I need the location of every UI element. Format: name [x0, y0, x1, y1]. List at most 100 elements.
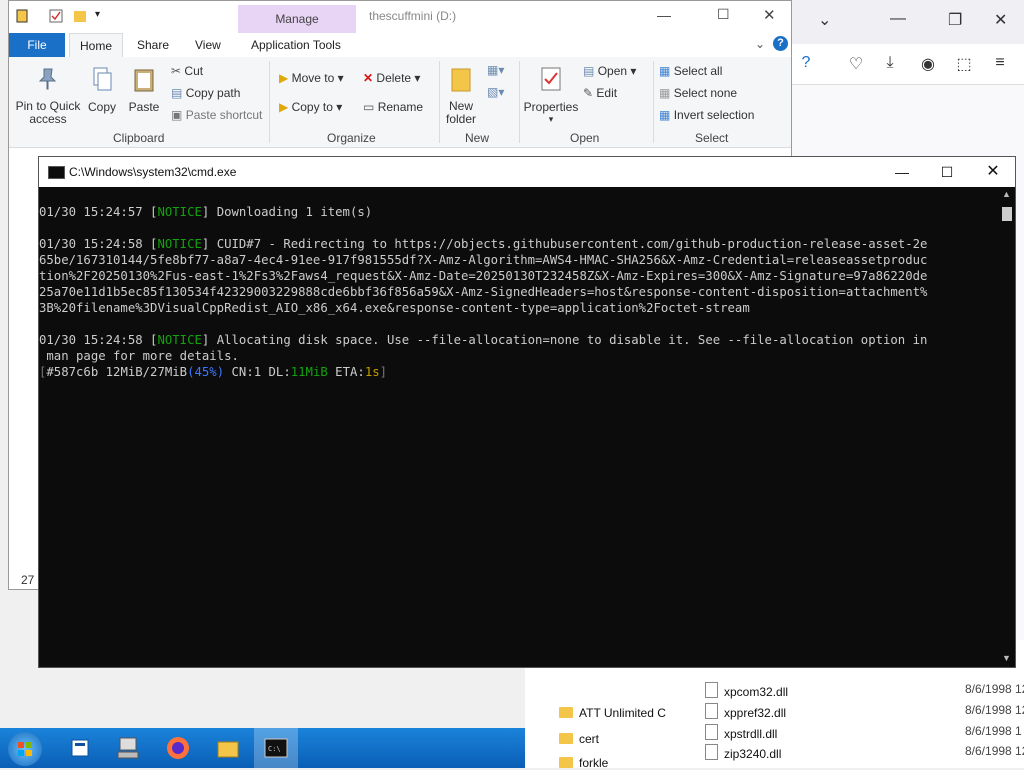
file-explorer-icon[interactable] [214, 734, 242, 762]
firefox-icon[interactable] [164, 734, 192, 762]
folder-icon [559, 733, 573, 744]
pin-icon [38, 68, 57, 90]
list-item[interactable]: cert [559, 732, 599, 746]
console-output[interactable]: 01/30 15:24:57 [NOTICE] Downloading 1 it… [39, 187, 999, 667]
account-icon[interactable]: ◉ [918, 54, 938, 74]
explorer-titlebar: ▾ Manage thescuffmini (D:) — ☐ ✕ [9, 1, 791, 33]
tab-application-tools[interactable]: Application Tools [241, 33, 351, 57]
dll-file-icon [705, 724, 718, 740]
delete-icon: ✕ [363, 71, 374, 85]
minimize-icon[interactable]: — [887, 161, 917, 183]
tab-file[interactable]: File [9, 33, 65, 57]
restore-icon[interactable]: ❐ [948, 10, 962, 30]
invert-selection-button[interactable]: ▦ Invert selection [659, 108, 754, 122]
table-row[interactable]: xpstrdll.dll [705, 724, 777, 741]
close-icon[interactable]: ✕ [978, 161, 1008, 183]
close-icon[interactable]: ✕ [994, 10, 1007, 30]
chevron-down-icon[interactable]: ⌄ [755, 37, 765, 51]
select-none-button[interactable]: ▦ Select none [659, 86, 737, 100]
window-title: thescuffmini (D:) [369, 9, 457, 23]
move-to-button[interactable]: ▶ Move to ▾ [279, 71, 344, 85]
cut-button[interactable]: ✂ Cut [171, 64, 203, 78]
console-line: man page for more details. [39, 349, 239, 363]
progress-percent: (45%) [187, 365, 225, 379]
group-label-select: Select [695, 131, 729, 145]
open-icon: ▤ [583, 64, 595, 78]
folder-icon [559, 707, 573, 718]
cmd-titlebar: C:\Windows\system32\cmd.exe — ☐ ✕ [39, 157, 1015, 187]
properties-button[interactable]: Properties ▾ [521, 65, 581, 125]
tab-manage[interactable]: Manage [238, 5, 356, 33]
taskbar: C:\ [0, 728, 525, 768]
group-divider [519, 61, 520, 143]
group-label-clipboard: Clipboard [113, 131, 165, 145]
cmd-app-icon [48, 166, 65, 179]
invert-selection-icon: ▦ [659, 108, 671, 122]
minimize-icon[interactable]: — [657, 7, 671, 23]
tab-view[interactable]: View [185, 33, 231, 57]
minimize-icon[interactable]: — [890, 10, 906, 28]
chevron-down-icon[interactable]: ▾ [95, 9, 109, 23]
cmd-taskbar-button[interactable]: C:\ [254, 728, 298, 768]
copy-path-button[interactable]: ▤ Copy path [171, 86, 240, 100]
group-divider [439, 61, 440, 143]
help-icon[interactable]: ? [796, 54, 816, 72]
pin-quick-access-button[interactable]: Pin to Quick access [13, 65, 83, 126]
tab-share[interactable]: Share [127, 33, 179, 57]
chevron-down-icon: ▾ [548, 114, 554, 124]
console-line: tion%2F20250130%2Fus-east-1%2Fs3%2Faws4_… [39, 269, 928, 283]
new-folder-quick-icon[interactable] [73, 9, 87, 23]
paste-shortcut-button[interactable]: ▣ Paste shortcut [171, 108, 262, 122]
select-all-button[interactable]: ▦ Select all [659, 64, 722, 78]
scroll-down-icon[interactable]: ▼ [1002, 653, 1011, 663]
chevron-down-icon[interactable]: ⌄ [818, 10, 831, 30]
download-icon[interactable]: ⤓ [880, 54, 900, 72]
edit-button[interactable]: ✎ Edit [583, 86, 617, 100]
console-line: 65be/167310144/5fe8bf77-a8a7-4ec4-91ee-9… [39, 253, 928, 267]
notice-tag: NOTICE [157, 205, 202, 219]
file-date: 8/6/1998 12 [965, 682, 1024, 696]
list-item[interactable]: ATT Unlimited C [559, 706, 666, 720]
paste-button[interactable]: Paste [127, 65, 161, 114]
notice-tag: NOTICE [157, 333, 202, 347]
delete-button[interactable]: ✕ Delete ▾ [363, 71, 420, 85]
help-icon[interactable]: ? [773, 36, 788, 51]
group-divider [269, 61, 270, 143]
properties-quick-icon[interactable] [49, 9, 63, 23]
close-icon[interactable]: ✕ [763, 6, 776, 24]
maximize-icon[interactable]: ☐ [932, 161, 962, 183]
menu-icon[interactable]: ≡ [990, 54, 1010, 72]
copy-button[interactable]: Copy [85, 65, 119, 114]
ribbon: Pin to Quick access Copy Paste ✂ Cut ▤ C… [9, 57, 791, 148]
rename-icon: ▭ [363, 100, 375, 114]
extensions-icon[interactable]: ⬚ [954, 54, 974, 74]
rename-button[interactable]: ▭ Rename [363, 100, 423, 114]
open-button[interactable]: ▤ Open ▾ [583, 64, 636, 78]
start-button[interactable] [8, 732, 42, 766]
network-icon[interactable] [114, 734, 142, 762]
notepad-icon[interactable] [66, 734, 94, 762]
status-item-count: 27 [21, 573, 35, 587]
scissors-icon: ✂ [171, 64, 182, 78]
scroll-up-icon[interactable]: ▲ [1002, 189, 1011, 199]
scrollbar-thumb[interactable] [1002, 207, 1012, 221]
easy-access-icon[interactable]: ▧▾ [487, 85, 504, 99]
group-label-organize: Organize [327, 131, 376, 145]
svg-text:C:\: C:\ [268, 745, 281, 753]
console-line: 01/30 15:24:57 [NOTICE] Downloading 1 it… [39, 205, 373, 219]
new-folder-button[interactable]: New folder [441, 65, 481, 126]
console-line: 01/30 15:24:58 [NOTICE] CUID#7 - Redirec… [39, 237, 928, 251]
maximize-icon[interactable]: ☐ [717, 6, 730, 23]
clipboard-icon [134, 69, 154, 92]
eta-value: 1s [364, 365, 380, 379]
cmd-window: C:\Windows\system32\cmd.exe — ☐ ✕ 01/30 … [38, 156, 1016, 668]
table-row[interactable]: xppref32.dll [705, 703, 786, 720]
console-scrollbar[interactable]: ▲ ▼ [999, 187, 1015, 667]
copy-to-button[interactable]: ▶ Copy to ▾ [279, 100, 342, 114]
explorer-app-icon [16, 9, 28, 23]
pocket-icon[interactable]: ♡ [846, 54, 866, 74]
table-row[interactable]: zip3240.dll [705, 744, 781, 761]
table-row[interactable]: xpcom32.dll [705, 682, 788, 699]
tab-home[interactable]: Home [69, 33, 124, 58]
new-item-icon[interactable]: ▦▾ [487, 63, 504, 77]
